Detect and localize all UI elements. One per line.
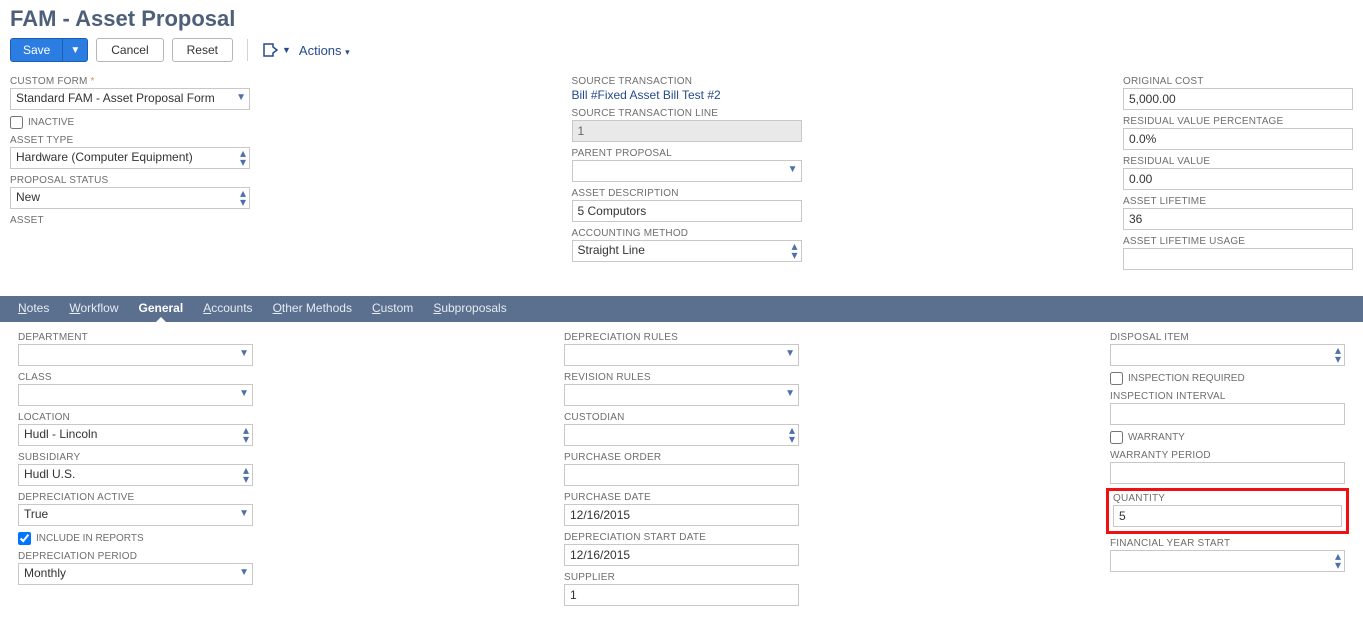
source-transaction-label: SOURCE TRANSACTION — [572, 76, 802, 87]
accounting-method-label: ACCOUNTING METHOD — [572, 228, 802, 239]
supplier-label: SUPPLIER — [564, 572, 799, 583]
financial-year-start-select[interactable] — [1110, 550, 1345, 572]
warranty-period-label: WARRANTY PERIOD — [1110, 450, 1345, 461]
reset-button[interactable]: Reset — [172, 38, 233, 62]
depreciation-active-select[interactable]: True — [18, 504, 253, 526]
toolbar-separator — [247, 39, 248, 61]
depreciation-rules-select[interactable] — [564, 344, 799, 366]
revision-rules-label: REVISION RULES — [564, 372, 799, 383]
residual-percentage-input[interactable] — [1123, 128, 1353, 150]
asset-lifetime-usage-input[interactable] — [1123, 248, 1353, 270]
custom-form-label: CUSTOM FORM — [10, 76, 250, 87]
tab-workflow[interactable]: Workflow — [69, 301, 118, 315]
warranty-checkbox[interactable]: WARRANTY — [1110, 431, 1345, 444]
subsidiary-select[interactable]: Hudl U.S. — [18, 464, 253, 486]
department-select[interactable] — [18, 344, 253, 366]
asset-type-label: ASSET TYPE — [10, 135, 250, 146]
inspection-required-checkbox[interactable]: INSPECTION REQUIRED — [1110, 372, 1345, 385]
inspection-interval-input[interactable] — [1110, 403, 1345, 425]
depreciation-period-label: DEPRECIATION PERIOD — [18, 551, 253, 562]
inactive-label: INACTIVE — [28, 117, 74, 128]
include-in-reports-checkbox-input[interactable] — [18, 532, 31, 545]
source-transaction-line-input — [572, 120, 802, 142]
class-select[interactable] — [18, 384, 253, 406]
quantity-highlight: QUANTITY — [1106, 488, 1349, 534]
chevron-down-icon: ▾ — [345, 47, 350, 57]
tab-general[interactable]: General — [138, 301, 183, 315]
depreciation-period-select[interactable]: Monthly — [18, 563, 253, 585]
proposal-status-select[interactable]: New — [10, 187, 250, 209]
include-in-reports-checkbox[interactable]: INCLUDE IN REPORTS — [18, 532, 253, 545]
asset-lifetime-input[interactable] — [1123, 208, 1353, 230]
custom-form-select[interactable]: Standard FAM - Asset Proposal Form — [10, 88, 250, 110]
depreciation-rules-label: DEPRECIATION RULES — [564, 332, 799, 343]
tab-notes[interactable]: NNotesotes — [18, 301, 49, 315]
proposal-status-label: PROPOSAL STATUS — [10, 175, 250, 186]
include-in-reports-label: INCLUDE IN REPORTS — [36, 533, 144, 544]
location-select[interactable]: Hudl - Lincoln — [18, 424, 253, 446]
residual-value-input[interactable] — [1123, 168, 1353, 190]
department-label: DEPARTMENT — [18, 332, 253, 343]
source-transaction-link[interactable]: Bill #Fixed Asset Bill Test #2 — [572, 88, 802, 102]
tab-subproposals[interactable]: Subproposals — [433, 301, 506, 315]
inspection-required-label: INSPECTION REQUIRED — [1128, 373, 1245, 384]
page-title: FAM - Asset Proposal — [10, 6, 1353, 32]
disposal-item-select[interactable] — [1110, 344, 1345, 366]
supplier-input[interactable] — [564, 584, 799, 606]
purchase-date-input[interactable] — [564, 504, 799, 526]
financial-year-start-label: FINANCIAL YEAR START — [1110, 538, 1345, 549]
main-form: CUSTOM FORM Standard FAM - Asset Proposa… — [10, 76, 1353, 276]
parent-proposal-label: PARENT PROPOSAL — [572, 148, 802, 159]
purchase-order-input[interactable] — [564, 464, 799, 486]
inactive-checkbox[interactable]: INACTIVE — [10, 116, 250, 129]
revision-rules-select[interactable] — [564, 384, 799, 406]
asset-lifetime-label: ASSET LIFETIME — [1123, 196, 1353, 207]
asset-description-input[interactable] — [572, 200, 802, 222]
source-transaction-line-label: SOURCE TRANSACTION LINE — [572, 108, 802, 119]
warranty-checkbox-input[interactable] — [1110, 431, 1123, 444]
inspection-required-checkbox-input[interactable] — [1110, 372, 1123, 385]
original-cost-input[interactable] — [1123, 88, 1353, 110]
custodian-label: CUSTODIAN — [564, 412, 799, 423]
depreciation-start-date-label: DEPRECIATION START DATE — [564, 532, 799, 543]
save-dropdown-caret[interactable]: ▼ — [62, 39, 87, 61]
depreciation-start-date-input[interactable] — [564, 544, 799, 566]
expand-icon[interactable]: ▼ — [262, 42, 291, 58]
subsidiary-label: SUBSIDIARY — [18, 452, 253, 463]
asset-label: ASSET — [10, 215, 250, 226]
residual-percentage-label: RESIDUAL VALUE PERCENTAGE — [1123, 116, 1353, 127]
disposal-item-label: DISPOSAL ITEM — [1110, 332, 1345, 343]
warranty-period-input[interactable] — [1110, 462, 1345, 484]
cancel-button[interactable]: Cancel — [96, 38, 163, 62]
actions-label: Actions — [299, 43, 342, 58]
inspection-interval-label: INSPECTION INTERVAL — [1110, 391, 1345, 402]
custodian-select[interactable] — [564, 424, 799, 446]
quantity-input[interactable] — [1113, 505, 1342, 527]
tab-strip: NNotesotes Workflow General Accounts Oth… — [0, 296, 1363, 322]
original-cost-label: ORIGINAL COST — [1123, 76, 1353, 87]
purchase-order-label: PURCHASE ORDER — [564, 452, 799, 463]
residual-value-label: RESIDUAL VALUE — [1123, 156, 1353, 167]
chevron-down-icon: ▼ — [282, 45, 291, 55]
tab-other-methods[interactable]: Other Methods — [273, 301, 352, 315]
asset-description-label: ASSET DESCRIPTION — [572, 188, 802, 199]
tab-custom[interactable]: Custom — [372, 301, 413, 315]
depreciation-active-label: DEPRECIATION ACTIVE — [18, 492, 253, 503]
asset-type-select[interactable]: Hardware (Computer Equipment) — [10, 147, 250, 169]
actions-menu[interactable]: Actions ▾ — [299, 43, 350, 58]
save-button[interactable]: Save ▼ — [10, 38, 88, 62]
tab-accounts[interactable]: Accounts — [203, 301, 252, 315]
parent-proposal-select[interactable] — [572, 160, 802, 182]
purchase-date-label: PURCHASE DATE — [564, 492, 799, 503]
inactive-checkbox-input[interactable] — [10, 116, 23, 129]
asset-lifetime-usage-label: ASSET LIFETIME USAGE — [1123, 236, 1353, 247]
class-label: CLASS — [18, 372, 253, 383]
accounting-method-select[interactable]: Straight Line — [572, 240, 802, 262]
quantity-label: QUANTITY — [1113, 493, 1342, 504]
toolbar: Save ▼ Cancel Reset ▼ Actions ▾ — [10, 38, 1353, 62]
save-button-label: Save — [11, 39, 62, 61]
warranty-label: WARRANTY — [1128, 432, 1185, 443]
general-panel: DEPARTMENT ▼ CLASS ▼ LOCATION Hudl - Lin… — [10, 332, 1353, 622]
location-label: LOCATION — [18, 412, 253, 423]
